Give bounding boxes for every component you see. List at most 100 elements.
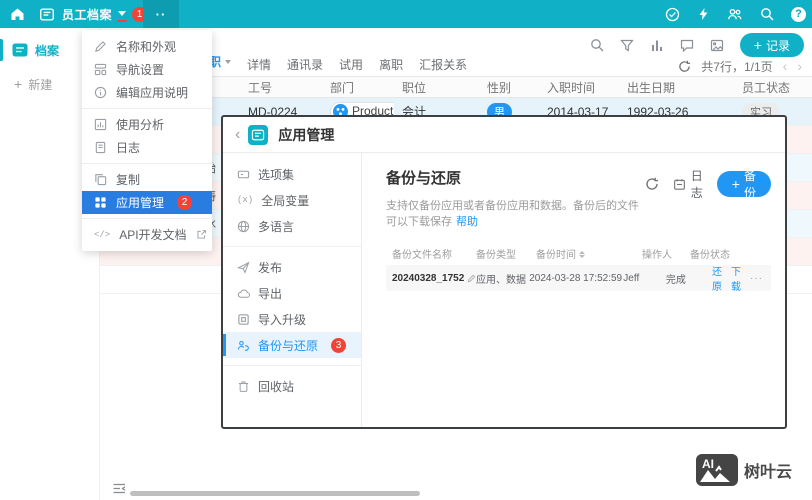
step-badge-2: 2: [177, 195, 193, 210]
dialog-nav: 选项集 (x) 全局变量 多语言 发布 导出 导入升级 备份与还原 3 回收站: [223, 153, 362, 427]
discussion-icon[interactable]: [680, 39, 694, 52]
dialog-title: 应用管理: [278, 126, 335, 143]
app-title: 员工档案: [62, 7, 113, 22]
col-backup-type: 备份类型: [476, 249, 516, 261]
members-icon[interactable]: [727, 7, 743, 21]
back-chevron-icon[interactable]: ‹: [235, 126, 240, 143]
filter-icon[interactable]: [620, 39, 634, 52]
app-switch-caret[interactable]: [117, 7, 129, 22]
help-icon[interactable]: ?: [791, 6, 806, 22]
trash-icon: [237, 380, 250, 393]
watermark-logo-icon: AI: [695, 454, 738, 486]
backup-row[interactable]: 20240328_1752 应用、数据 2024-03-28 17:52:59 …: [386, 263, 771, 293]
col-hire-date[interactable]: 入职时间: [539, 79, 619, 96]
list-meta: 共7行，1/1页 ‹ ›: [678, 55, 802, 77]
cloud-icon: [237, 287, 250, 300]
step-badge-3: 3: [331, 337, 347, 353]
col-gender[interactable]: 性别: [479, 79, 539, 96]
col-emp-id[interactable]: 工号: [240, 79, 322, 96]
col-status[interactable]: 员工状态: [734, 79, 812, 96]
col-position[interactable]: 职位: [394, 79, 479, 96]
watermark-brand: 树叶云: [743, 464, 792, 481]
plus-icon: +: [753, 37, 762, 53]
info-icon: [94, 86, 107, 99]
nav-item-recycle-bin[interactable]: 回收站: [223, 373, 361, 399]
backup-restore-icon: [237, 339, 250, 352]
backup-actions: 还原 下载 ···: [712, 263, 771, 293]
download-action[interactable]: 下载: [731, 263, 741, 293]
refresh-icon[interactable]: [678, 60, 691, 73]
col-birth-date[interactable]: 出生日期: [619, 79, 734, 96]
col-backup-time[interactable]: 备份时间: [536, 246, 642, 261]
next-page-icon[interactable]: ›: [797, 59, 802, 73]
more-actions-icon[interactable]: ···: [750, 273, 763, 284]
menu-item-nav-settings[interactable]: 导航设置: [82, 58, 212, 81]
backup-time-cell: 2024-03-28 17:52:59: [529, 272, 623, 284]
add-record-button[interactable]: + 记录: [739, 33, 804, 57]
topbar-actions: ?: [665, 0, 806, 28]
backup-operator-cell: Jeff: [623, 272, 640, 284]
log-button[interactable]: 日志: [673, 167, 703, 201]
nav-item-option-sets[interactable]: 选项集: [223, 161, 361, 187]
pencil-icon: [94, 40, 107, 53]
menu-item-name-appearance[interactable]: 名称和外观: [82, 35, 212, 58]
edit-pencil-icon[interactable]: [467, 274, 476, 283]
col-backup-status: 备份状态: [690, 249, 730, 261]
active-indicator: [223, 334, 226, 356]
menu-item-logs[interactable]: 日志: [82, 136, 212, 159]
send-icon: [237, 261, 250, 274]
refresh-icon[interactable]: [645, 177, 659, 191]
nav-item-publish[interactable]: 发布: [223, 254, 361, 280]
help-link[interactable]: 帮助: [456, 216, 478, 228]
watermark: AI 树叶云: [695, 454, 792, 486]
nav-divider: [223, 365, 361, 366]
code-icon: </>: [94, 229, 111, 240]
globe-icon: [237, 220, 250, 233]
menu-divider: [82, 218, 212, 219]
task-check-icon[interactable]: [665, 7, 680, 22]
app-grid-icon: [94, 196, 107, 209]
backup-table-header: 备份文件名称 备份类型 备份时间 操作人 备份状态: [386, 245, 771, 261]
variable-icon: (x): [237, 195, 254, 205]
topbar: 员工档案 1 ·· ?: [0, 0, 812, 28]
nav-item-multilanguage[interactable]: 多语言: [223, 213, 361, 239]
statistics-icon[interactable]: [650, 39, 664, 52]
analytics-icon: [94, 118, 107, 131]
new-backup-button[interactable]: + 备份: [716, 169, 771, 200]
backup-table: 备份文件名称 备份类型 备份时间 操作人 备份状态 20240328_1752: [386, 245, 771, 293]
menu-item-duplicate[interactable]: 复制: [82, 168, 212, 191]
backup-restore-panel: 备份与还原 支持仅备份应用或者备份应用和数据。备份后的文件可以下载保存 帮助 日…: [362, 153, 785, 427]
menu-divider: [82, 163, 212, 164]
option-set-icon: [237, 168, 250, 181]
home-icon[interactable]: [10, 7, 25, 22]
backup-status-cell: 完成: [665, 274, 686, 286]
collapse-sidebar-icon[interactable]: [112, 482, 127, 495]
menu-item-api-docs[interactable]: </> API开发文档: [82, 223, 212, 246]
nav-divider: [223, 246, 361, 247]
new-label: 新建: [28, 77, 53, 92]
menu-item-usage-analytics[interactable]: 使用分析: [82, 113, 212, 136]
app-dropdown-menu: 名称和外观 导航设置 编辑应用说明 使用分析 日志 复制 应用管理 2 </> …: [82, 30, 212, 251]
lightning-icon[interactable]: [697, 7, 710, 21]
backup-name-cell: 20240328_1752: [386, 273, 476, 284]
gallery-view-icon[interactable]: [710, 39, 724, 52]
nav-item-global-variables[interactable]: (x) 全局变量: [223, 187, 361, 213]
prev-page-icon[interactable]: ‹: [783, 59, 788, 73]
menu-item-app-management[interactable]: 应用管理 2: [82, 191, 212, 214]
app-window: 员工档案 1 ·· ? 档案 + 新建 + 记录 详情 通讯录 试用 离职 汇报…: [0, 0, 812, 500]
col-dept[interactable]: 部门: [322, 79, 394, 96]
nav-item-import-upgrade[interactable]: 导入升级: [223, 306, 361, 332]
active-indicator: [0, 39, 3, 61]
search-icon[interactable]: [760, 7, 774, 21]
horizontal-scrollbar[interactable]: [130, 491, 420, 496]
plus-icon: +: [14, 76, 23, 92]
nav-item-export[interactable]: 导出: [223, 280, 361, 306]
app-more-menu-button[interactable]: ··: [143, 0, 179, 28]
menu-item-edit-description[interactable]: 编辑应用说明: [82, 81, 212, 104]
col-operator: 操作人: [642, 249, 672, 261]
nav-item-backup-restore[interactable]: 备份与还原 3: [223, 332, 361, 358]
record-search-icon[interactable]: [590, 38, 604, 52]
restore-action[interactable]: 还原: [712, 263, 722, 293]
menu-divider: [82, 108, 212, 109]
col-backup-name: 备份文件名称: [392, 249, 452, 261]
